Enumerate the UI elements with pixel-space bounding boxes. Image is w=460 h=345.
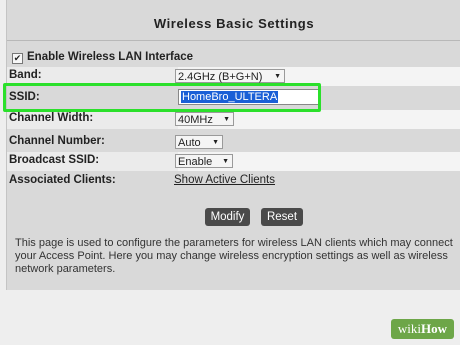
wikihow-watermark: wikiHow xyxy=(390,319,454,339)
band-value: 2.4GHz (B+G+N) xyxy=(178,71,263,83)
title-divider xyxy=(7,40,460,41)
channel-width-select[interactable]: 40MHz ▼ xyxy=(175,112,234,126)
channel-width-row: Channel Width: 40MHz ▼ xyxy=(7,110,460,129)
dropdown-arrow-icon: ▼ xyxy=(223,116,230,123)
channel-number-row: Channel Number: Auto ▼ xyxy=(7,133,460,152)
broadcast-ssid-label: Broadcast SSID: xyxy=(9,154,100,166)
enable-wireless-checkbox[interactable]: ✔ xyxy=(12,53,23,64)
description-line: your Access Point. Here you may change w… xyxy=(15,250,448,262)
modify-button[interactable]: Modify xyxy=(205,208,250,226)
channel-number-label: Channel Number: xyxy=(9,135,105,147)
associated-clients-row: Associated Clients: Show Active Clients xyxy=(7,172,460,191)
channel-width-value: 40MHz xyxy=(178,114,213,126)
settings-panel: Wireless Basic Settings ✔ Enable Wireles… xyxy=(6,0,460,290)
dropdown-arrow-icon: ▼ xyxy=(222,158,229,165)
show-active-clients-link[interactable]: Show Active Clients xyxy=(174,174,275,186)
enable-wireless-row: ✔ Enable Wireless LAN Interface xyxy=(7,49,460,68)
dropdown-arrow-icon: ▼ xyxy=(274,73,281,80)
enable-wireless-label: Enable Wireless LAN Interface xyxy=(27,51,194,63)
reset-button[interactable]: Reset xyxy=(261,208,303,226)
description-text: This page is used to configure the param… xyxy=(15,237,460,276)
band-label: Band: xyxy=(9,69,42,81)
broadcast-ssid-value: Enable xyxy=(178,156,213,168)
broadcast-ssid-row: Broadcast SSID: Enable ▼ xyxy=(7,152,460,171)
band-select[interactable]: 2.4GHz (B+G+N) ▼ xyxy=(175,69,285,83)
channel-number-select[interactable]: Auto ▼ xyxy=(175,135,223,149)
channel-number-value: Auto xyxy=(178,137,201,149)
channel-width-label: Channel Width: xyxy=(9,112,94,124)
description-line: This page is used to configure the param… xyxy=(15,237,453,249)
ssid-highlight-box xyxy=(3,83,321,112)
associated-clients-label: Associated Clients: xyxy=(9,174,116,186)
page-title: Wireless Basic Settings xyxy=(153,16,315,31)
dropdown-arrow-icon: ▼ xyxy=(212,139,219,146)
description-line: network parameters. xyxy=(15,263,116,275)
broadcast-ssid-select[interactable]: Enable ▼ xyxy=(175,154,233,168)
